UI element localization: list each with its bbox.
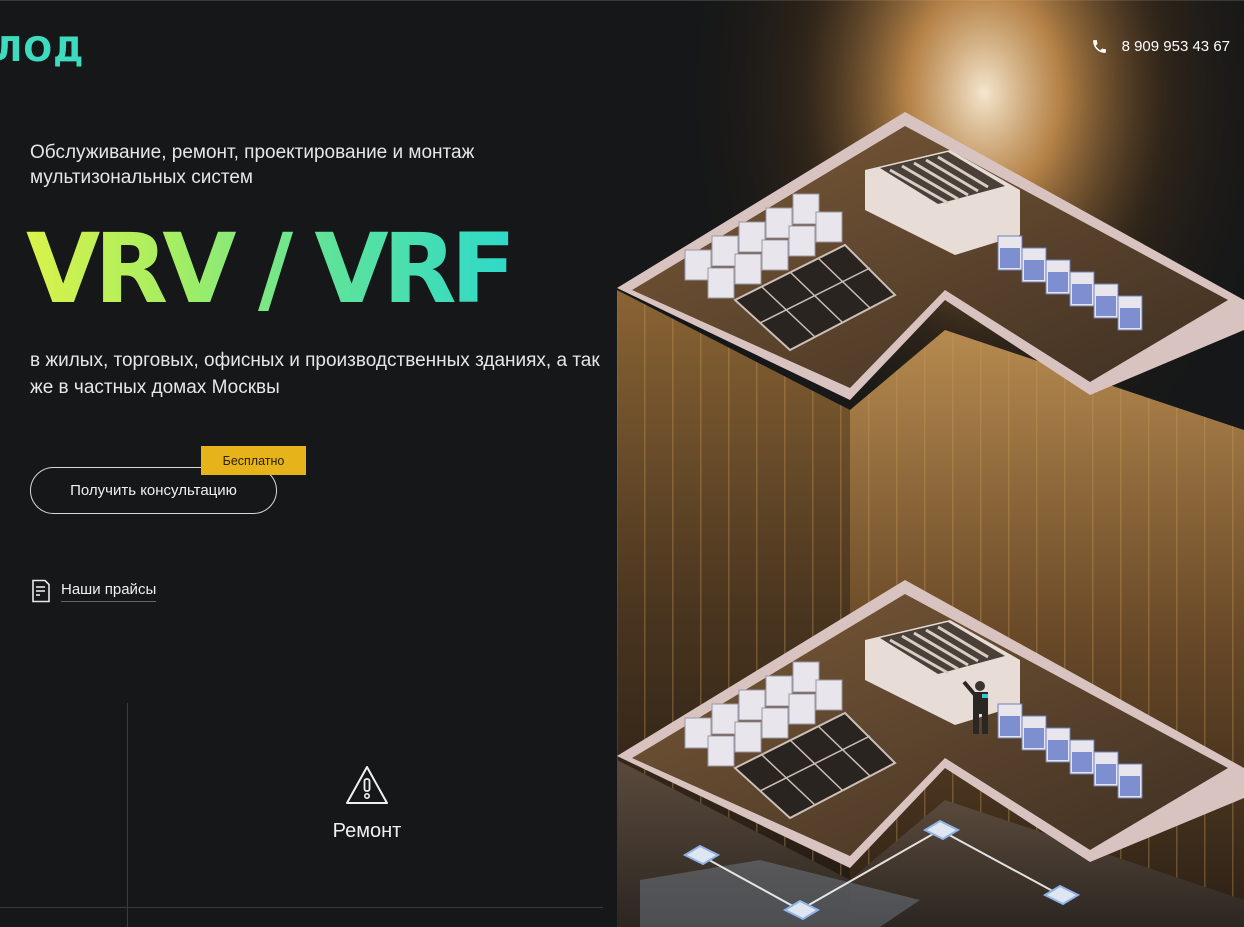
phone-contact[interactable]: 8 909 953 43 67: [1091, 38, 1230, 55]
prices-link-label[interactable]: Наши прайсы: [61, 581, 157, 602]
phone-icon: [1092, 40, 1106, 53]
prices-link[interactable]: Наши прайсы: [31, 579, 157, 603]
hero-title: VRV / VRF: [26, 213, 516, 325]
hero-subtitle: Обслуживание, ремонт, проектирование и м…: [30, 142, 475, 188]
section-divider-horizontal: [0, 907, 603, 908]
logo[interactable]: ЛОД: [0, 30, 84, 70]
hero-description: в жилых, торговых, офисных и производств…: [30, 350, 600, 398]
warning-triangle-icon: [346, 766, 388, 804]
service-label: Ремонт: [332, 820, 402, 842]
phone-number[interactable]: 8 909 953 43 67: [1122, 38, 1230, 55]
building-illustration: [560, 0, 1244, 927]
free-badge: Бесплатно: [201, 446, 306, 475]
section-divider-vertical: [127, 703, 128, 927]
service-repair[interactable]: Ремонт: [300, 764, 434, 843]
price-list-icon: [32, 579, 50, 603]
